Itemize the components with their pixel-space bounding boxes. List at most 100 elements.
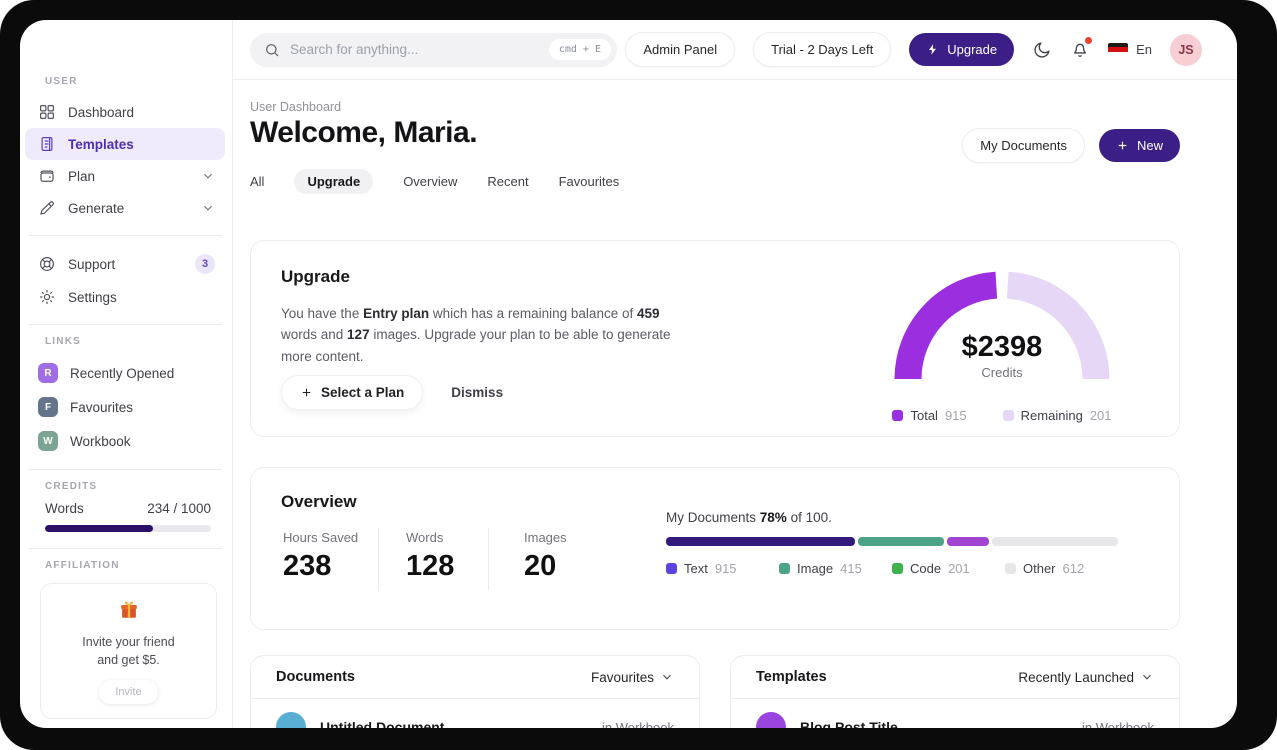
wallet-icon (40, 170, 54, 182)
legend-swatch (1002, 410, 1014, 421)
notifications-button[interactable] (1070, 36, 1093, 60)
user-avatar[interactable]: JS (1170, 33, 1202, 66)
legend-swatch (892, 563, 903, 574)
bar-legend: Text 915 Image 415 Code 201 Other 612 (666, 561, 1118, 576)
document-avatar (276, 712, 306, 728)
template-avatar (756, 712, 786, 728)
sidebar-item-label: Generate (68, 200, 125, 216)
select-plan-button[interactable]: Select a Plan (281, 375, 424, 410)
sidebar-item-label: Workbook (70, 433, 131, 449)
language-switcher[interactable]: En (1108, 42, 1152, 57)
sidebar-divider (28, 548, 222, 549)
overview-card-title: Overview (281, 492, 357, 511)
bar-segment-text (666, 537, 856, 546)
gauge-value: $2398 (961, 331, 1043, 363)
stat-words: Words 128 (406, 530, 455, 582)
documents-filter-dropdown[interactable]: Favourites (591, 670, 674, 685)
sidebar-link-favourites[interactable]: F Favourites (25, 390, 225, 424)
sidebar-link-workbook[interactable]: W Workbook (25, 424, 225, 458)
overview-card: Overview Hours Saved 238 Words 128 Image… (250, 467, 1180, 630)
template-row[interactable]: Blog Post Title in Workbook (731, 699, 1179, 728)
documents-card: Documents Favourites Untitled Document i… (250, 655, 700, 728)
sidebar-item-label: Plan (68, 168, 96, 184)
admin-panel-button[interactable]: Admin Panel (625, 32, 736, 67)
sidebar-section-affiliation: AFFILIATION (45, 560, 120, 571)
page-title: Welcome, Maria. (250, 116, 478, 149)
breadcrumb: User Dashboard (250, 100, 342, 114)
upgrade-card-body: You have the Entry plan which has a rema… (281, 306, 671, 364)
language-label: En (1136, 42, 1152, 57)
tab-overview[interactable]: Overview (403, 169, 457, 194)
support-count-badge: 3 (195, 254, 215, 274)
sidebar-item-dashboard[interactable]: Dashboard (25, 96, 225, 128)
sidebar: USER Dashboard Templates Plan Generate S… (20, 20, 233, 728)
upgrade-actions: Select a Plan Dismiss (281, 375, 503, 410)
dark-mode-toggle[interactable] (1032, 40, 1052, 60)
sidebar-item-settings[interactable]: Settings (25, 281, 225, 313)
stacked-progress-bar (666, 537, 1118, 546)
my-documents-button[interactable]: My Documents (962, 128, 1085, 163)
templates-card: Templates Recently Launched Blog Post Ti… (730, 655, 1180, 728)
documents-card-header: Documents Favourites (251, 656, 699, 699)
letter-badge: F (38, 397, 58, 417)
sidebar-section-links: LINKS (45, 336, 81, 347)
templates-card-header: Templates Recently Launched (731, 656, 1179, 699)
legend-item-code: Code 201 (892, 561, 1005, 576)
chevron-down-icon (663, 674, 671, 680)
sidebar-item-label: Dashboard (68, 104, 135, 120)
search-icon (266, 43, 279, 56)
invite-button[interactable]: Invite (99, 680, 158, 705)
document-row[interactable]: Untitled Document in Workbook (251, 699, 699, 728)
document-location: in Workbook (601, 719, 674, 729)
credits-progress-fill (45, 525, 153, 532)
legend-swatch (892, 410, 904, 421)
device-frame: USER Dashboard Templates Plan Generate S… (0, 0, 1277, 750)
documents-card-title: Documents (276, 669, 355, 685)
chevron-down-icon (204, 173, 212, 179)
sidebar-item-label: Support (68, 256, 116, 272)
upgrade-card-title: Upgrade (281, 267, 350, 286)
trial-status-badge[interactable]: Trial - 2 Days Left (753, 32, 892, 67)
sidebar-link-recently-opened[interactable]: R Recently Opened (25, 356, 225, 390)
upgrade-card: Upgrade You have the Entry plan which ha… (250, 240, 1180, 437)
affiliation-text: Invite your friend and get $5. (82, 635, 175, 668)
legend-item-text: Text 915 (666, 561, 779, 576)
bar-segment-image (858, 537, 945, 546)
upgrade-button[interactable]: Upgrade (909, 33, 1015, 66)
tab-bar: All Upgrade Overview Recent Favourites (250, 169, 619, 194)
notification-dot (1085, 36, 1093, 44)
search-shortcut-badge: cmd + E (548, 39, 611, 60)
tab-all[interactable]: All (250, 169, 264, 194)
sidebar-section-credits: CREDITS (45, 481, 98, 492)
plus-icon (1118, 141, 1127, 150)
templates-filter-dropdown[interactable]: Recently Launched (1018, 670, 1154, 685)
legend-item-other: Other 612 (1005, 561, 1118, 576)
template-location: in Workbook (1081, 719, 1154, 729)
sidebar-item-support[interactable]: Support 3 (25, 247, 225, 281)
search-input[interactable]: Search for anything... cmd + E (250, 32, 617, 67)
pen-icon (40, 201, 54, 215)
tab-recent[interactable]: Recent (487, 169, 528, 194)
dismiss-button[interactable]: Dismiss (451, 385, 503, 400)
stat-hours-saved: Hours Saved 238 (283, 530, 359, 582)
stat-divider (488, 528, 489, 590)
credits-progress-bar (45, 525, 211, 532)
stat-images: Images 20 (524, 530, 567, 582)
sidebar-item-label: Templates (68, 136, 134, 152)
sidebar-item-plan[interactable]: Plan (25, 160, 225, 192)
credits-row: Words 234 / 1000 (45, 501, 211, 516)
stat-divider (378, 528, 379, 590)
new-button[interactable]: New (1098, 129, 1180, 162)
sidebar-section-user: USER (45, 76, 78, 87)
document-title: Untitled Document (320, 719, 445, 728)
german-flag-icon (1108, 42, 1129, 57)
sidebar-item-templates[interactable]: Templates (25, 128, 225, 160)
tab-upgrade[interactable]: Upgrade (294, 169, 374, 194)
plus-icon (302, 388, 311, 397)
tab-favourites[interactable]: Favourites (559, 169, 620, 194)
legend-swatch (1005, 563, 1016, 574)
credits-value: 234 / 1000 (147, 501, 211, 516)
sidebar-item-generate[interactable]: Generate (25, 192, 225, 224)
header-buttons: My Documents New (962, 128, 1180, 163)
letter-badge: W (38, 431, 58, 451)
